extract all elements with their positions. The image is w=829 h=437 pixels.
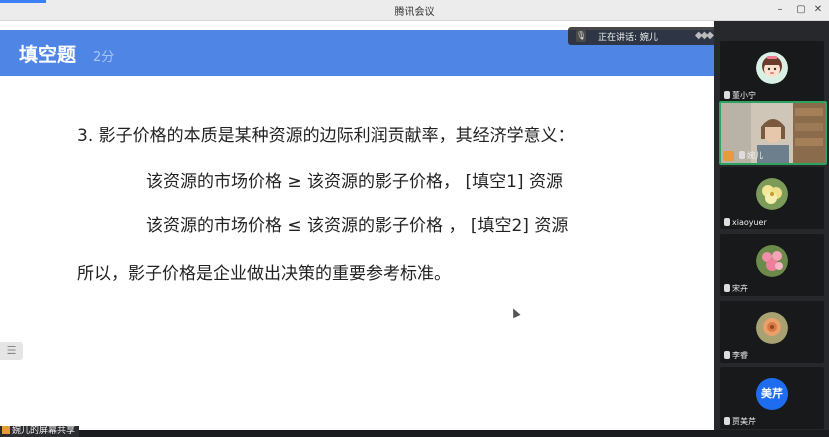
mouse-cursor-icon [509,306,521,319]
participant-tile[interactable]: 董小宁 [720,41,824,103]
text-avatar: 美芹 [756,378,788,410]
flower-pink-avatar [756,245,788,277]
window-title: 腾讯会议 [394,7,435,18]
participant-tile[interactable]: 李睿 [720,301,824,363]
participant-name: 李睿 [724,350,748,361]
user-icon [2,426,10,434]
participant-name: 董小宁 [724,90,756,101]
minimize-button[interactable]: – [772,2,788,18]
close-button[interactable]: ✕ [810,2,826,18]
restore-button[interactable]: ▢ [793,2,809,18]
girl-cartoon-avatar [756,52,788,84]
host-icon [723,151,734,161]
screen-share-label[interactable]: 婉儿的屏幕共享 [0,426,80,437]
question-line-3: 该资源的市场价格 ≤ 该资源的影子价格 ， [填空2] 资源 [146,216,569,236]
mic-icon [724,417,730,425]
question-line-1: 3. 影子价格的本质是某种资源的边际利润贡献率，其经济学意义： [77,126,575,146]
participant-tile-speaking[interactable]: 婉儿 [719,101,827,165]
participant-tile[interactable]: 宋卉 [720,234,824,296]
camera-video-feed [721,103,825,163]
flower-orange-avatar [756,312,788,344]
speaking-indicator: 🎙 正在讲话: 婉儿 ◆◆◆ [568,27,718,45]
flower-yellow-avatar [756,178,788,210]
participant-tile[interactable]: xiaoyuer [720,167,824,229]
question-line-4: 所以，影子价格是企业做出决策的重要参考标准。 [77,264,451,284]
slide-menu-button[interactable]: ☰ [0,342,23,360]
participant-panel: 董小宁 婉儿 xiaoyuer 宋卉 李睿 美芹 贾美芹 [714,21,829,430]
question-line-2: 该资源的市场价格 ≥ 该资源的影子价格， [填空1] 资源 [146,172,563,192]
participant-name: 贾美芹 [724,416,756,427]
participant-name: xiaoyuer [724,218,767,227]
participant-name: 宋卉 [724,283,748,294]
mic-icon [739,151,745,159]
screen-share-text: 婉儿的屏幕共享 [12,426,76,436]
bottom-bar [0,430,829,437]
participant-tile[interactable]: 美芹 贾美芹 [720,367,824,429]
audio-wave-icon: ◆◆◆ [694,30,714,41]
mic-icon [724,218,730,226]
speaker-mic-icon: 🎙 [576,30,587,42]
mic-icon [724,91,730,99]
mic-icon [724,284,730,292]
participant-name: 婉儿 [739,150,763,161]
speaking-label: 正在讲话: 婉儿 [598,33,658,43]
slide-title: 填空题 [19,44,77,66]
shared-screen: 填空题 2分 3. 影子价格的本质是某种资源的边际利润贡献率，其经济学意义： 该… [0,21,714,430]
mic-icon [724,351,730,359]
window-titlebar: 腾讯会议 – ▢ ✕ [0,0,829,21]
slide-score: 2分 [93,50,115,65]
